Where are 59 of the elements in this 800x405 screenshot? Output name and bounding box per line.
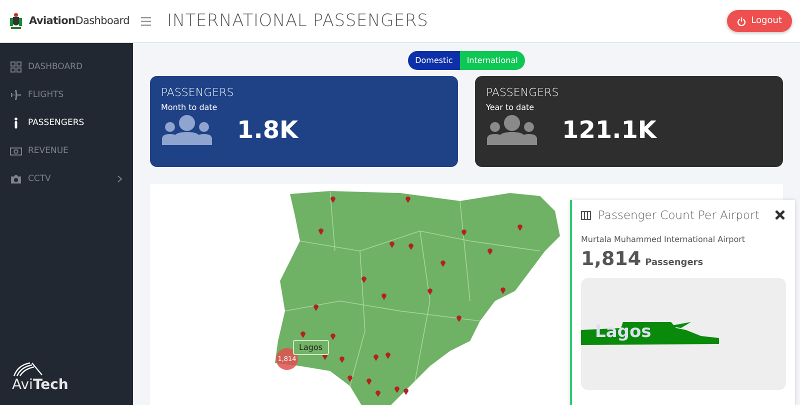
pin-icon[interactable] — [390, 242, 394, 248]
card-subtitle: Year to date — [486, 103, 536, 112]
people-icon — [486, 114, 538, 146]
toggle-tab[interactable]: International — [460, 51, 525, 70]
pin-icon[interactable] — [462, 230, 466, 236]
card-title: PASSENGERS — [161, 86, 235, 99]
pin-icon[interactable] — [408, 244, 414, 250]
pin-icon[interactable] — [518, 224, 522, 231]
pin-icon[interactable] — [376, 390, 380, 397]
sidebar-item[interactable]: DASHBOARD — [0, 53, 133, 81]
airplane-icon — [10, 89, 22, 101]
pin-icon[interactable] — [366, 378, 372, 385]
pin-icon[interactable] — [362, 276, 366, 283]
pin-icon[interactable] — [428, 288, 432, 295]
power-icon — [737, 16, 746, 26]
passenger-count: 1,814 — [581, 248, 642, 270]
menu-icon[interactable] — [141, 16, 151, 26]
pin-icon[interactable] — [386, 352, 390, 359]
popup-title: Passenger Count Per Airport — [598, 208, 760, 222]
sidebar-item[interactable]: PASSENGERS — [0, 109, 133, 137]
card-subtitle: Month to date — [161, 103, 218, 112]
pin-icon[interactable] — [314, 304, 318, 311]
pin-icon[interactable] — [394, 386, 400, 393]
camera-icon — [10, 173, 22, 185]
pin-icon[interactable] — [382, 294, 386, 300]
pin-icon[interactable] — [488, 248, 492, 255]
pin-icon[interactable] — [330, 196, 336, 203]
sidebar-item[interactable]: REVENUE — [0, 137, 133, 165]
page-title: INTERNATIONAL PASSENGERS — [167, 11, 430, 31]
people-icon — [161, 114, 213, 146]
brand-name: AviationDashboard — [29, 15, 130, 27]
card-title: PASSENGERS — [486, 86, 560, 99]
close-icon[interactable] — [774, 209, 786, 221]
pin-icon[interactable] — [300, 332, 306, 338]
state-label: Lagos — [595, 322, 652, 342]
pin-icon[interactable] — [404, 388, 408, 395]
card-value: 1.8K — [237, 116, 298, 144]
map-icon — [581, 210, 591, 220]
pin-icon[interactable] — [348, 376, 352, 382]
map-tooltip: Lagos — [293, 340, 328, 355]
airport-name: Murtala Muhammed International Airport — [581, 235, 746, 244]
grid-icon — [10, 61, 22, 73]
pin-icon[interactable] — [406, 196, 410, 203]
pin-icon[interactable] — [330, 334, 336, 340]
pin-icon[interactable] — [318, 228, 324, 235]
crest-icon — [8, 12, 24, 30]
logo-text: AviTech — [12, 377, 70, 393]
pin-icon[interactable] — [456, 316, 462, 322]
banknote-icon — [10, 145, 22, 157]
count-unit: Passengers — [645, 258, 704, 268]
pin-icon[interactable] — [374, 354, 378, 361]
pin-icon[interactable] — [440, 260, 446, 267]
pin-icon[interactable] — [340, 356, 344, 363]
sidebar-item[interactable]: FLIGHTS — [0, 81, 133, 109]
sidebar-item[interactable]: CCTV — [0, 165, 133, 193]
pin-icon[interactable] — [500, 288, 506, 294]
logout-button[interactable]: Logout — [727, 10, 792, 32]
card-value: 121.1K — [562, 116, 657, 144]
toggle-tab[interactable]: Domestic — [408, 51, 460, 70]
